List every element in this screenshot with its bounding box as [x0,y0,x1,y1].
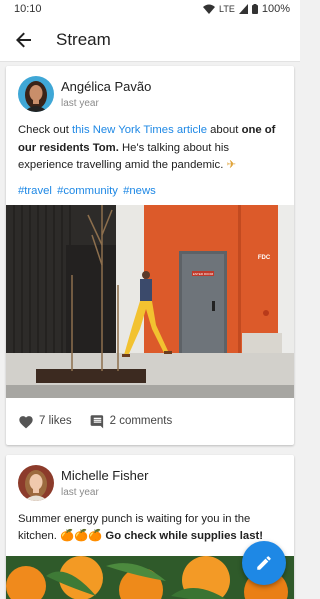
heart-icon [19,415,33,428]
avatar[interactable] [18,464,54,501]
status-icons: LTE 100% [203,3,290,15]
post-text-bold: Go check while supplies last! [102,530,263,542]
post-time: last year [61,98,99,109]
hashtag-travel[interactable]: #travel [18,185,52,197]
author-info: Angélica Pavão last year [61,79,151,109]
hashtags: #travel #community #news [6,175,294,205]
door-sign-text: ENTER ROOM [193,272,214,276]
building-sign-text: FDC [258,255,271,261]
arrow-back-icon[interactable] [14,30,34,50]
author-name[interactable]: Michelle Fisher [61,468,148,484]
status-bar: 10:10 LTE 100% [0,0,300,18]
article-link[interactable]: this New York Times article [72,124,207,136]
post-time: last year [61,486,99,498]
post-text-part: Check out [18,124,73,136]
post-feed: Angélica Pavão last year Check out this … [0,62,300,599]
status-time: 10:10 [14,3,42,15]
battery-label: 100% [261,3,290,15]
likes-count: 7 likes [39,415,72,427]
post-text-part: about [207,124,242,136]
comment-icon [90,414,103,428]
street-photo-image[interactable]: ENTER ROOM FDC [6,204,294,398]
app-bar: Stream [0,18,300,62]
airplane-emoji: ✈ [226,159,236,171]
post-header: Michelle Fisher last year [6,455,294,501]
orange-emoji: 🍊🍊🍊 [60,530,103,542]
battery-icon [251,4,258,14]
avatar[interactable] [18,76,54,112]
post-card: Angélica Pavão last year Check out this … [6,66,294,445]
hashtag-news[interactable]: #news [123,185,156,197]
compose-fab-button[interactable] [242,541,286,585]
comments-button[interactable]: 2 comments [90,414,173,429]
like-button[interactable]: 7 likes [18,414,72,429]
post-text: Check out this New York Times article ab… [6,112,294,175]
post-actions: 7 likes 2 comments [6,398,294,445]
wifi-icon [203,4,216,14]
page-title: Stream [56,29,111,49]
post-header: Angélica Pavão last year [6,66,294,112]
comments-count: 2 comments [109,415,173,427]
edit-pencil-icon [257,556,271,570]
author-info: Michelle Fisher last year [61,468,148,498]
network-label: LTE [219,4,235,14]
hashtag-community[interactable]: #community [57,185,118,197]
author-name[interactable]: Angélica Pavão [61,79,151,95]
signal-icon [238,4,248,14]
